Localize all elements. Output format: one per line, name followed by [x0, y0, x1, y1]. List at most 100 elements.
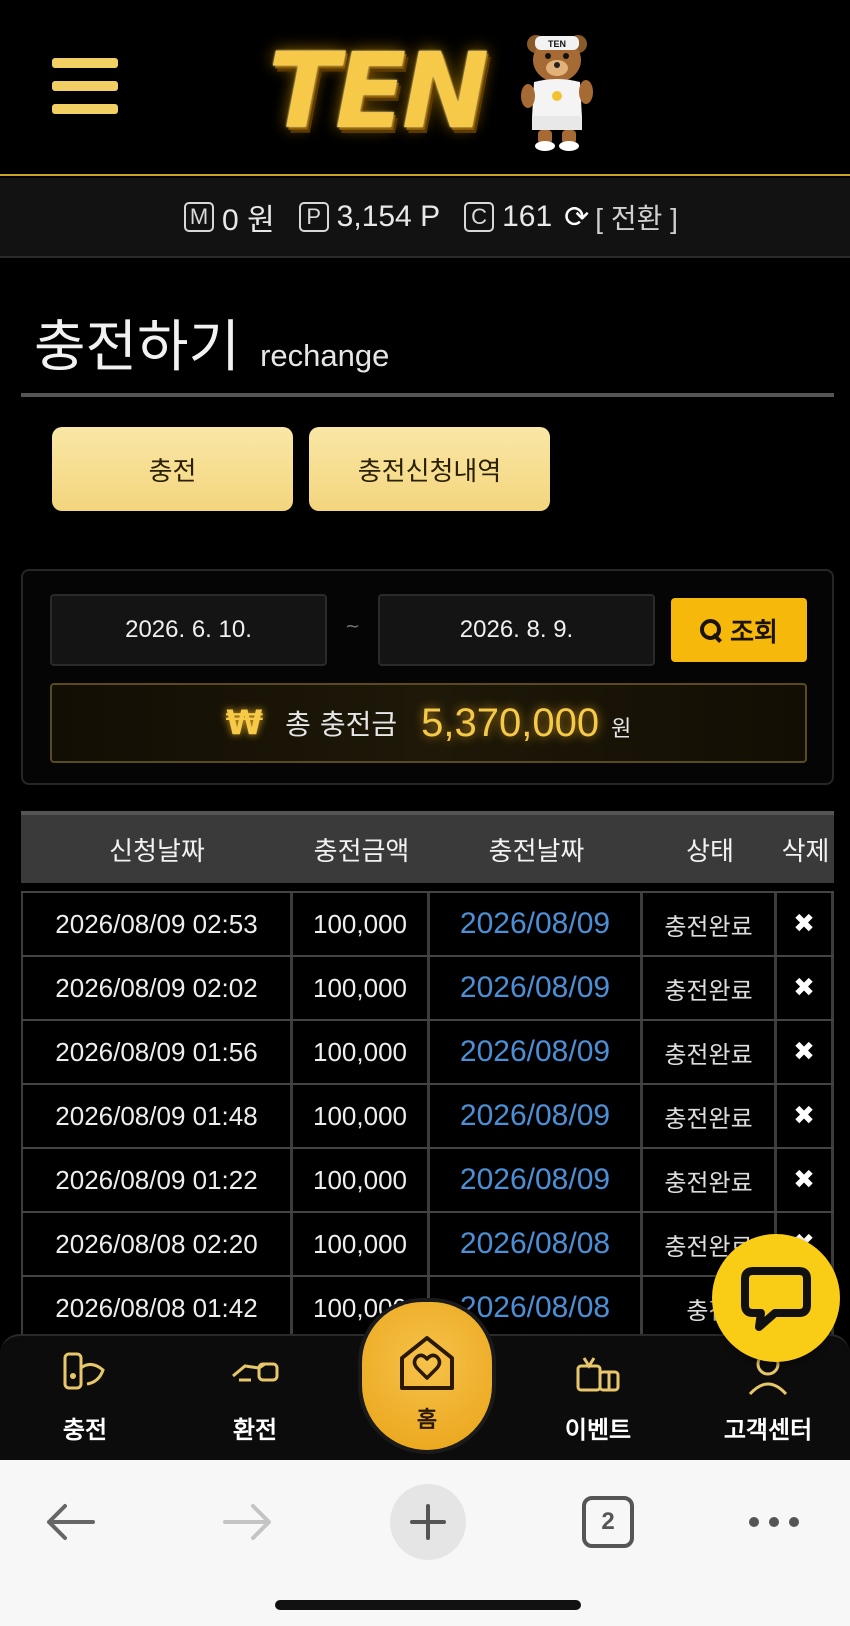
top-header: TEN TEN	[0, 0, 850, 176]
nav-home-label: 홈	[416, 1408, 438, 1433]
page-title: 충전하기 rechange	[34, 302, 389, 383]
tab-count-button[interactable]: 2	[582, 1496, 634, 1548]
status-cell: 충전완료	[643, 957, 777, 1019]
coin-balance: C 161	[464, 200, 552, 234]
nav-charge[interactable]: 충전	[20, 1336, 150, 1462]
menu-icon[interactable]	[52, 58, 118, 118]
nav-home[interactable]: 홈	[362, 1302, 492, 1450]
won-icon: ₩	[225, 703, 264, 743]
back-arrow-icon[interactable]	[38, 1490, 102, 1554]
total-amount: 5,370,000	[421, 700, 600, 745]
coin-badge: C	[464, 202, 495, 232]
ten-logo[interactable]: TEN TEN	[268, 26, 598, 152]
money-badge: M	[184, 202, 215, 232]
end-date-input[interactable]: 2026. 8. 9.	[378, 594, 655, 666]
start-date-input[interactable]: 2026. 6. 10.	[50, 594, 327, 666]
delete-close-icon[interactable]: ✖	[777, 893, 834, 955]
requested-date-cell: 2026/08/08 02:20	[21, 1213, 293, 1275]
status-cell: 충전완료	[643, 1149, 777, 1211]
browser-toolbar: 2	[0, 1460, 850, 1626]
title-divider	[21, 393, 834, 397]
svg-text:TEN: TEN	[548, 39, 566, 49]
total-unit: 원	[611, 717, 632, 742]
table-header: 신청날짜 충전금액 충전날짜 상태 삭제	[21, 811, 834, 883]
header-delete: 삭제	[781, 836, 830, 867]
point-balance: P 3,154 P	[298, 200, 441, 234]
home-icon	[400, 1336, 454, 1390]
status-cell: 충전완료	[643, 893, 777, 955]
header-requested-date: 신청날짜	[109, 836, 205, 867]
table-body: 2026/08/09 02:53 100,000 2026/08/09 충전완료…	[21, 891, 834, 1341]
coin-value: 161	[502, 200, 553, 233]
header-status: 상태	[686, 836, 734, 867]
table-row: 2026/08/08 02:20 100,000 2026/08/08 충전완료…	[21, 1213, 834, 1277]
tab-charge[interactable]: 충전	[52, 427, 293, 511]
chat-icon[interactable]	[712, 1234, 840, 1362]
point-value: 3,154 P	[336, 200, 441, 233]
date-separator: ~	[345, 616, 361, 637]
charged-date-link[interactable]: 2026/08/09	[430, 957, 643, 1019]
charged-date-link[interactable]: 2026/08/08	[430, 1213, 643, 1275]
nav-support-label: 고객센터	[723, 1416, 813, 1444]
bear-mascot-icon: TEN	[521, 35, 593, 151]
amount-cell: 100,000	[293, 1213, 430, 1275]
delete-close-icon[interactable]: ✖	[777, 957, 834, 1019]
charged-date-link[interactable]: 2026/08/09	[430, 893, 643, 955]
status-cell: 충전완료	[643, 1021, 777, 1083]
logo-text: TEN	[268, 30, 489, 152]
nav-charge-label: 충전	[62, 1416, 108, 1444]
search-button[interactable]: 조회	[671, 598, 807, 662]
charge-history-table: 신청날짜 충전금액 충전날짜 상태 삭제 2026/08/09 02:53 10…	[21, 811, 834, 1341]
table-row: 2026/08/09 01:22 100,000 2026/08/09 충전완료…	[21, 1149, 834, 1213]
page-title-ko: 충전하기	[34, 315, 241, 380]
table-row: 2026/08/09 01:56 100,000 2026/08/09 충전완료…	[21, 1021, 834, 1085]
page-title-en: rechange	[260, 338, 390, 373]
nav-exchange-label: 환전	[232, 1416, 278, 1444]
home-indicator	[275, 1600, 581, 1610]
total-charge-summary: ₩ 총 충전금 5,370,000 원	[50, 683, 807, 763]
amount-cell: 100,000	[293, 893, 430, 955]
balance-bar: M 0 원 P 3,154 P C 161 ⟳ [ 전환 ]	[0, 178, 850, 258]
nav-event-label: 이벤트	[564, 1416, 632, 1444]
delete-close-icon[interactable]: ✖	[777, 1021, 834, 1083]
search-icon	[700, 619, 722, 641]
charge-icon	[63, 1352, 105, 1390]
table-row: 2026/08/09 02:53 100,000 2026/08/09 충전완료…	[21, 893, 834, 957]
status-cell: 충전완료	[643, 1085, 777, 1147]
forward-arrow-icon[interactable]	[216, 1490, 280, 1554]
switch-label: [ 전환 ]	[595, 203, 678, 234]
requested-date-cell: 2026/08/09 01:48	[21, 1085, 293, 1147]
table-row: 2026/08/09 01:48 100,000 2026/08/09 충전완료…	[21, 1085, 834, 1149]
requested-date-cell: 2026/08/09 02:53	[21, 893, 293, 955]
amount-cell: 100,000	[293, 1149, 430, 1211]
plus-icon[interactable]	[390, 1484, 466, 1560]
point-badge: P	[298, 202, 329, 232]
tab-charge-history[interactable]: 충전신청내역	[309, 427, 550, 511]
total-label: 총 충전금	[285, 708, 398, 741]
gift-icon	[576, 1357, 620, 1392]
nav-event[interactable]: 이벤트	[533, 1336, 663, 1462]
refresh-icon: ⟳	[564, 200, 590, 234]
charged-date-link[interactable]: 2026/08/09	[430, 1149, 643, 1211]
nav-exchange[interactable]: 환전	[190, 1336, 320, 1462]
money-value: 0 원	[222, 204, 275, 237]
table-row: 2026/08/09 02:02 100,000 2026/08/09 충전완료…	[21, 957, 834, 1021]
requested-date-cell: 2026/08/08 01:42	[21, 1277, 293, 1339]
money-balance: M 0 원	[184, 195, 275, 239]
charged-date-link[interactable]: 2026/08/09	[430, 1085, 643, 1147]
amount-cell: 100,000	[293, 957, 430, 1019]
delete-close-icon[interactable]: ✖	[777, 1085, 834, 1147]
requested-date-cell: 2026/08/09 02:02	[21, 957, 293, 1019]
amount-cell: 100,000	[293, 1021, 430, 1083]
switch-button[interactable]: ⟳ [ 전환 ]	[564, 197, 678, 237]
delete-close-icon[interactable]: ✖	[777, 1149, 834, 1211]
requested-date-cell: 2026/08/09 01:22	[21, 1149, 293, 1211]
header-amount: 충전금액	[313, 836, 410, 867]
date-filter-panel: 2026. 6. 10. ~ 2026. 8. 9. 조회 ₩ 총 충전금 5,…	[21, 569, 834, 785]
requested-date-cell: 2026/08/09 01:56	[21, 1021, 293, 1083]
header-charged-date: 충전날짜	[488, 836, 585, 867]
more-icon[interactable]	[744, 1490, 804, 1554]
amount-cell: 100,000	[293, 1085, 430, 1147]
charged-date-link[interactable]: 2026/08/09	[430, 1021, 643, 1083]
exchange-icon	[232, 1362, 279, 1382]
